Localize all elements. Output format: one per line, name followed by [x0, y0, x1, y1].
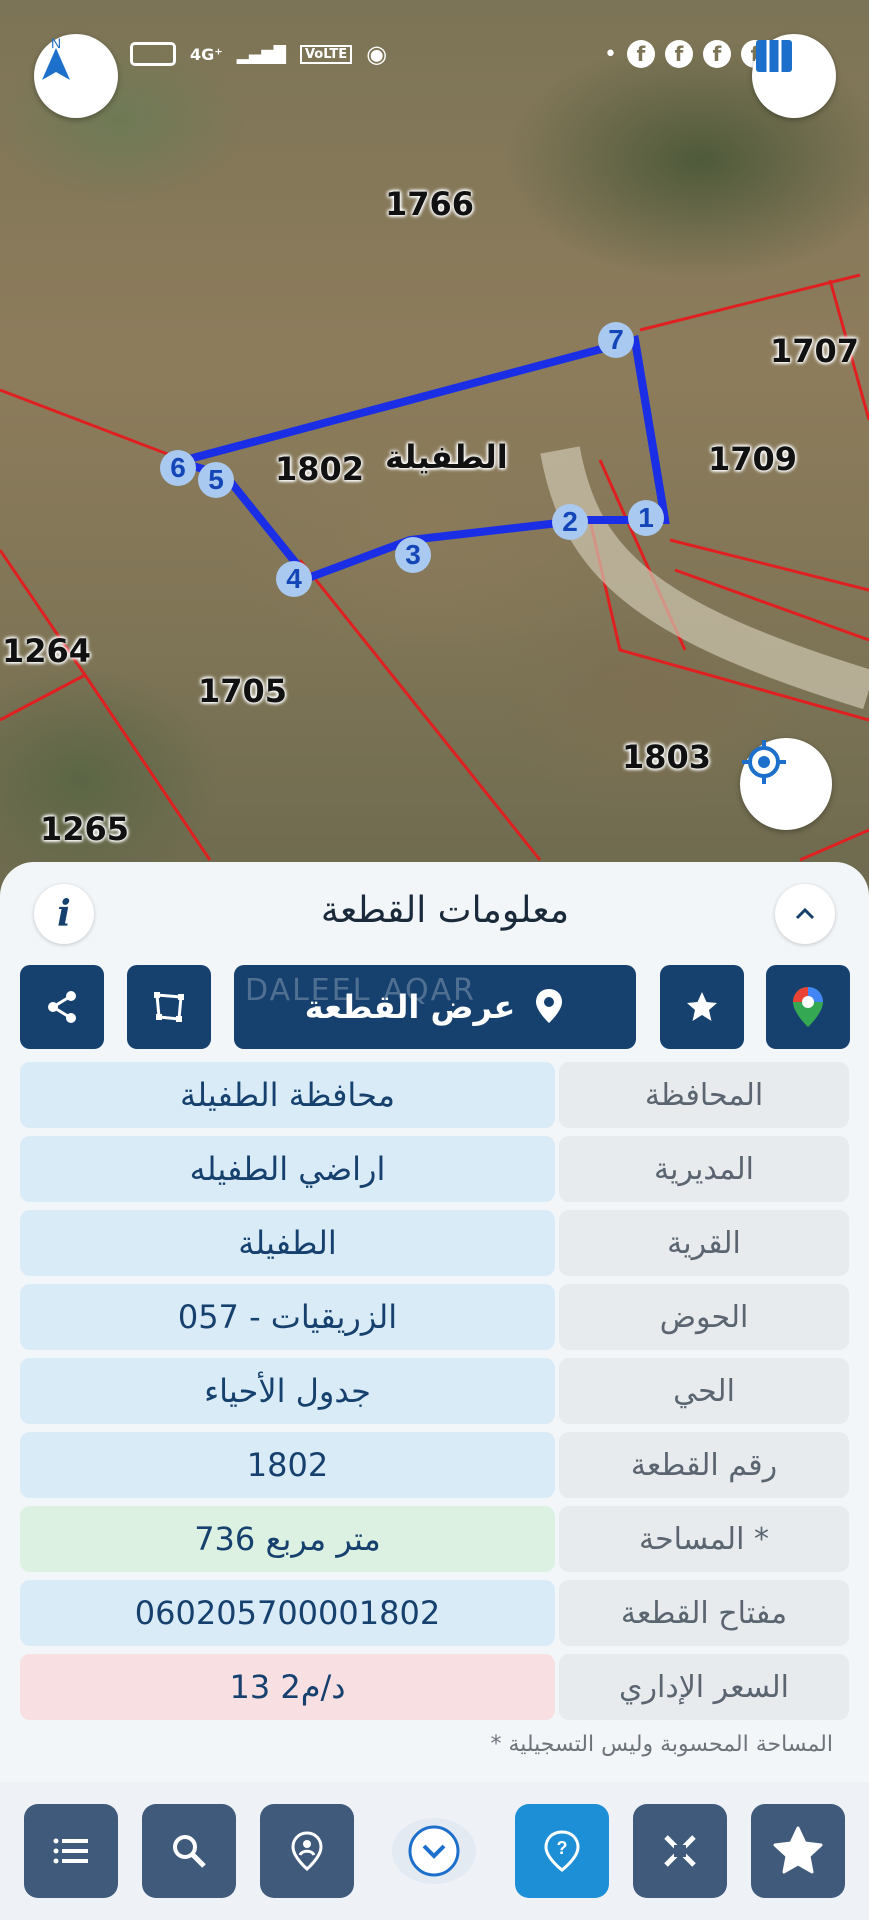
tools-button[interactable]	[633, 1804, 727, 1898]
area-label: الطفيلة	[385, 438, 508, 476]
info-row-label: السعر الإداري	[559, 1654, 849, 1720]
notification-dot-icon: •	[604, 41, 617, 67]
location-person-icon	[291, 1831, 323, 1871]
vertex-marker: 6	[160, 450, 196, 486]
facebook-icon: f	[665, 40, 693, 68]
eye-icon: ◉	[366, 40, 388, 68]
info-row-label: رقم القطعة	[559, 1432, 849, 1498]
layers-button[interactable]	[752, 34, 836, 118]
parcel-label[interactable]: 1766	[385, 185, 474, 223]
info-row-label: المحافظة	[559, 1062, 849, 1128]
my-location-button[interactable]	[740, 738, 832, 830]
info-row-value: الطفيلة	[20, 1210, 555, 1276]
show-parcel-button[interactable]: عرض القطعة	[234, 965, 636, 1049]
favorite-star-icon	[773, 1826, 823, 1874]
info-table: محافظة الطفيلة المحافظة اراضي الطفيله المدي…	[20, 1062, 849, 1728]
info-row-value: 736 متر مربع	[20, 1506, 555, 1572]
bottom-nav: ?	[0, 1782, 869, 1920]
info-row-value: جدول الأحياء	[20, 1358, 555, 1424]
polygon-icon	[154, 992, 184, 1022]
status-bar: 4G⁺ ▂▄▆█ VoLTE ◉ • f f f f	[30, 36, 839, 72]
facebook-icon: f	[703, 40, 731, 68]
parcel-label[interactable]: 1265	[40, 810, 129, 848]
volte-label: VoLTE	[299, 44, 353, 64]
parcel-label[interactable]: 1264	[2, 632, 91, 670]
google-maps-button[interactable]	[766, 965, 850, 1049]
favorites-button[interactable]	[751, 1804, 845, 1898]
map-view[interactable]: 4G⁺ ▂▄▆█ VoLTE ◉ • f f f f N 1766 1707 1…	[0, 0, 869, 900]
info-row: جدول الأحياء الحي	[20, 1358, 849, 1424]
search-icon	[173, 1835, 206, 1868]
draw-polygon-button[interactable]	[127, 965, 211, 1049]
show-parcel-label: عرض القطعة	[304, 988, 516, 1026]
parcel-label[interactable]: 1707	[770, 332, 859, 370]
info-button[interactable]: i	[34, 884, 94, 944]
info-row-label: المديرية	[559, 1136, 849, 1202]
info-row: الطفيلة القرية	[20, 1210, 849, 1276]
menu-button[interactable]	[24, 1804, 118, 1898]
share-icon	[48, 991, 76, 1023]
info-row: محافظة الطفيلة المحافظة	[20, 1062, 849, 1128]
info-row: اراضي الطفيله المديرية	[20, 1136, 849, 1202]
location-person-button[interactable]	[260, 1804, 354, 1898]
parcel-label[interactable]: 1803	[622, 738, 711, 776]
info-row: 736 متر مربع المساحة *	[20, 1506, 849, 1572]
tools-icon	[664, 1835, 696, 1867]
star-icon	[687, 992, 717, 1021]
north-arrow-button[interactable]: N	[34, 34, 118, 118]
chevron-down-icon	[408, 1825, 460, 1877]
info-row: الزريقيات - 057 الحوض	[20, 1284, 849, 1350]
signal-icon: ▂▄▆█	[236, 44, 286, 64]
collapse-button[interactable]	[376, 1818, 492, 1884]
search-button[interactable]	[142, 1804, 236, 1898]
info-row-label: الحي	[559, 1358, 849, 1424]
info-row-label: مفتاح القطعة	[559, 1580, 849, 1646]
info-row-value: الزريقيات - 057	[20, 1284, 555, 1350]
info-row-label: الحوض	[559, 1284, 849, 1350]
info-row-value: 060205700001802	[20, 1580, 555, 1646]
favorite-button[interactable]	[660, 965, 744, 1049]
info-row-label: القرية	[559, 1210, 849, 1276]
list-icon	[53, 1838, 88, 1864]
vertex-marker: 7	[598, 322, 634, 358]
vertex-marker: 5	[198, 462, 234, 498]
map-layers-icon	[756, 40, 792, 72]
parcel-info-panel: i معلومات القطعة عرض القطعة DALEEL AQAR …	[0, 862, 869, 1792]
panel-title: معلومات القطعة	[320, 890, 569, 931]
info-row-label: المساحة *	[559, 1506, 849, 1572]
parcel-label-selected[interactable]: 1802	[275, 450, 364, 488]
network-label: 4G⁺	[190, 44, 223, 64]
info-row-value: اراضي الطفيله	[20, 1136, 555, 1202]
share-button[interactable]	[20, 965, 104, 1049]
parcel-label[interactable]: 1709	[708, 440, 797, 478]
vertex-marker: 2	[552, 504, 588, 540]
parcel-label[interactable]: 1705	[198, 672, 287, 710]
my-location-icon	[742, 740, 786, 784]
help-button[interactable]: ?	[515, 1804, 609, 1898]
expand-button[interactable]	[775, 884, 835, 944]
vertex-marker: 4	[276, 561, 312, 597]
info-row: 060205700001802 مفتاح القطعة	[20, 1580, 849, 1646]
svg-text:?: ?	[557, 1838, 568, 1858]
info-row: 1802 رقم القطعة	[20, 1432, 849, 1498]
battery-icon	[130, 42, 176, 66]
panel-header: i معلومات القطعة	[20, 884, 849, 944]
help-icon: ?	[544, 1830, 580, 1872]
info-row: 13 د/م2 السعر الإداري	[20, 1654, 849, 1720]
info-row-value: 1802	[20, 1432, 555, 1498]
action-bar: عرض القطعة DALEEL AQAR	[20, 965, 850, 1049]
google-maps-icon	[793, 987, 823, 1027]
info-row-value: 13 د/م2	[20, 1654, 555, 1720]
vertex-marker: 3	[395, 537, 431, 573]
info-icon: i	[57, 893, 71, 935]
pin-icon	[536, 989, 563, 1023]
area-note: * المساحة المحسوبة وليس التسجيلية	[490, 1732, 833, 1757]
vertex-marker: 1	[628, 500, 664, 536]
info-row-value: محافظة الطفيلة	[20, 1062, 555, 1128]
chevron-up-icon	[795, 907, 815, 920]
north-arrow-icon: N	[42, 35, 70, 80]
facebook-icon: f	[627, 40, 655, 68]
